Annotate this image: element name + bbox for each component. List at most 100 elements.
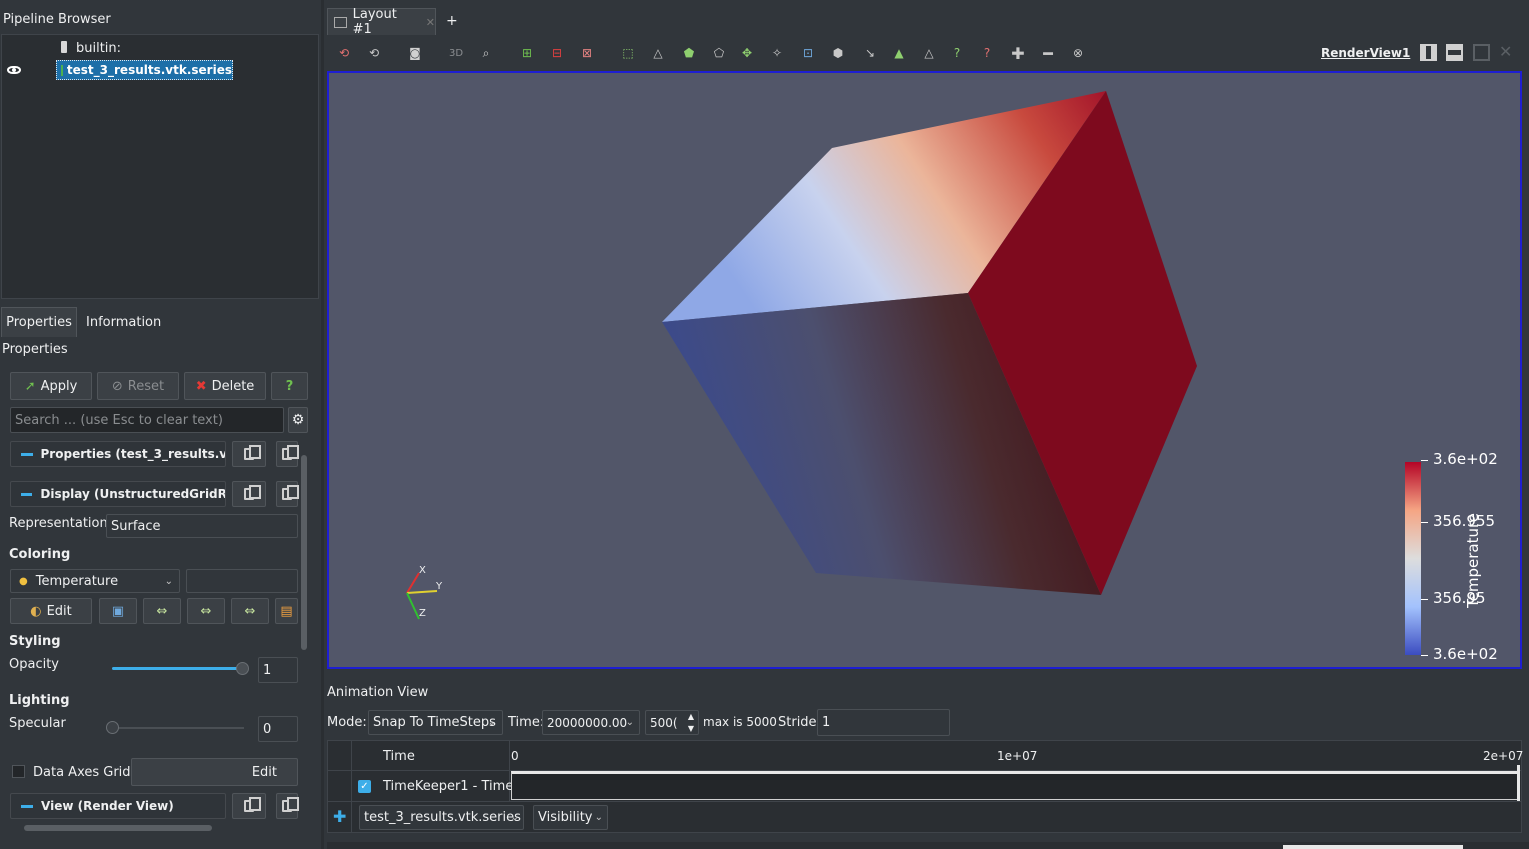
specular-slider-handle[interactable] bbox=[106, 721, 119, 734]
maximize-icon[interactable] bbox=[1473, 44, 1490, 61]
time-select[interactable]: 20000000.00 ⌄ bbox=[542, 710, 640, 735]
choose-preset-button[interactable]: ▣ bbox=[99, 598, 137, 624]
spin-down-icon[interactable]: ▼ bbox=[688, 724, 694, 733]
select-cells-through-icon[interactable]: ⊠ bbox=[577, 44, 597, 62]
specular-input[interactable]: 0 bbox=[258, 716, 298, 742]
stride-input[interactable]: 1 bbox=[817, 709, 950, 736]
rescale-visible-range-button[interactable]: ▤ bbox=[275, 598, 298, 624]
select-frustum-points-icon[interactable]: △ bbox=[648, 44, 668, 62]
spin-up-icon[interactable]: ▲ bbox=[688, 712, 694, 721]
hover-points-icon[interactable]: ⬢ bbox=[828, 44, 848, 62]
apply-button[interactable]: ➚ Apply bbox=[10, 372, 92, 400]
data-axes-grid-checkbox[interactable] bbox=[12, 765, 25, 778]
chevron-down-icon: ⌄ bbox=[625, 717, 634, 728]
split-vertical-icon[interactable] bbox=[1446, 44, 1463, 61]
section-view-toggle[interactable]: View (Render View) bbox=[10, 793, 226, 819]
extract-selection-icon[interactable]: ▲ bbox=[889, 44, 909, 62]
reset-camera-icon[interactable]: ⟲ bbox=[334, 44, 354, 62]
copy-display-button[interactable] bbox=[232, 481, 266, 507]
current-time-marker[interactable] bbox=[1517, 765, 1520, 801]
paste-display-button[interactable] bbox=[276, 481, 299, 507]
add-layout-tab[interactable]: + bbox=[446, 13, 458, 29]
find-data-icon[interactable]: ? bbox=[947, 44, 967, 62]
chevron-down-icon: ⌄ bbox=[164, 575, 173, 587]
axis-y-label: Y bbox=[436, 581, 443, 592]
select-cells-on-icon[interactable]: ⊞ bbox=[517, 44, 537, 62]
plot-selection-icon[interactable]: △ bbox=[919, 44, 939, 62]
opacity-slider-track[interactable] bbox=[112, 667, 244, 670]
help-button[interactable]: ? bbox=[271, 372, 308, 400]
coloring-component-select[interactable] bbox=[186, 569, 298, 593]
gear-icon[interactable]: ⚙ bbox=[288, 407, 308, 433]
select-points-on-icon[interactable]: ⊟ bbox=[547, 44, 567, 62]
reset-button[interactable]: ⊘ Reset bbox=[97, 372, 179, 400]
timekeeper-checkbox[interactable]: ✓ bbox=[358, 780, 371, 793]
section-properties-toggle[interactable]: Properties (test_3_results.vt bbox=[10, 441, 226, 467]
close-icon[interactable]: ✕ bbox=[426, 16, 435, 29]
timestep-spinbox[interactable]: 500( ▲ ▼ bbox=[645, 710, 699, 735]
render-view-name[interactable]: RenderView1 bbox=[1321, 46, 1410, 60]
representation-label: Representation bbox=[9, 516, 108, 531]
delete-button[interactable]: ✖ Delete bbox=[184, 372, 266, 400]
toggle-3d-button[interactable]: 3D bbox=[446, 44, 466, 62]
data-axes-grid-edit-button[interactable]: Edit bbox=[131, 758, 298, 786]
section-display-toggle[interactable]: Display (UnstructuredGridRe bbox=[10, 481, 226, 507]
zoom-to-box-icon[interactable]: ⌕ bbox=[476, 44, 496, 62]
camera-icon[interactable]: ◙ bbox=[405, 44, 425, 62]
paste-properties-button[interactable] bbox=[276, 441, 299, 467]
rescale-temporal-range-button[interactable]: ⇔ bbox=[231, 598, 269, 624]
collapse-icon bbox=[21, 452, 33, 456]
select-polygon-points-icon[interactable]: ⬠ bbox=[709, 44, 729, 62]
color-legend-label-min: 3.6e+02 bbox=[1433, 645, 1498, 663]
tree-item-builtin[interactable]: builtin: bbox=[76, 41, 121, 56]
interactive-select-points-icon[interactable]: ✧ bbox=[767, 44, 787, 62]
grow-plus-icon[interactable]: ✚ bbox=[1008, 44, 1028, 63]
paste-view-button[interactable] bbox=[276, 793, 299, 819]
track-source-select[interactable]: test_3_results.vtk.series ⌄ bbox=[359, 805, 524, 830]
close-view-icon[interactable]: ✕ bbox=[1499, 42, 1512, 61]
tab-properties[interactable]: Properties bbox=[1, 307, 77, 337]
rescale-custom-range-button[interactable]: ⇔ bbox=[187, 598, 225, 624]
select-frustum-icon[interactable]: ⬚ bbox=[618, 44, 638, 62]
mode-select[interactable]: Snap To TimeSteps ⌄ bbox=[368, 710, 503, 735]
tree-item-source[interactable]: test_3_results.vtk.series bbox=[56, 60, 233, 80]
rescale-data-range-button[interactable]: ⇔ bbox=[143, 598, 181, 624]
color-legend-label-max: 3.6e+02 bbox=[1433, 450, 1498, 468]
split-horizontal-icon[interactable] bbox=[1420, 44, 1437, 61]
reset-camera-closest-icon[interactable]: ⟲ bbox=[364, 44, 384, 62]
timeline-tick-2e7: 2e+07 bbox=[1483, 749, 1524, 763]
select-polygon-icon[interactable]: ⬟ bbox=[679, 44, 699, 62]
grow-selection-icon[interactable]: ↘ bbox=[860, 44, 880, 62]
coloring-select[interactable]: ● Temperature ⌄ bbox=[10, 569, 180, 593]
timekeeper-track-label: TimeKeeper1 - Time bbox=[383, 779, 514, 794]
main-splitter[interactable] bbox=[321, 0, 324, 849]
representation-select[interactable]: Surface bbox=[106, 514, 298, 538]
add-track-icon[interactable]: ✚ bbox=[333, 807, 346, 826]
copy-properties-button[interactable] bbox=[232, 441, 266, 467]
opacity-slider-handle[interactable] bbox=[236, 662, 249, 675]
properties-scrollbar[interactable] bbox=[301, 455, 307, 650]
search-input[interactable]: Search ... (use Esc to clear text) bbox=[10, 407, 284, 433]
opacity-input[interactable]: 1 bbox=[258, 657, 298, 683]
track-property-select[interactable]: Visibility ⌄ bbox=[533, 805, 608, 830]
layout-tab[interactable]: Layout #1 ✕ bbox=[327, 7, 436, 37]
color-legend-bar[interactable] bbox=[1405, 462, 1421, 655]
clear-selection-icon[interactable]: ⊗ bbox=[1068, 44, 1088, 62]
properties-hscrollbar[interactable] bbox=[24, 825, 212, 831]
shrink-minus-icon[interactable]: ━ bbox=[1038, 44, 1058, 63]
hover-cells-icon[interactable]: ⊡ bbox=[798, 44, 818, 62]
eye-icon[interactable] bbox=[7, 66, 21, 74]
timeline-column-time: Time bbox=[383, 749, 415, 764]
orientation-axes bbox=[406, 572, 438, 620]
specular-slider-track[interactable] bbox=[112, 727, 244, 729]
query-selection-icon[interactable]: ? bbox=[977, 44, 997, 62]
interactive-select-icon[interactable]: ✥ bbox=[737, 44, 757, 62]
copy-view-button[interactable] bbox=[232, 793, 266, 819]
render-canvas bbox=[662, 91, 1197, 595]
reset-icon: ⊘ bbox=[111, 378, 123, 394]
max-steps-label: max is 5000 bbox=[703, 715, 777, 729]
render-view[interactable]: X Y Z 3.6e+02 356.955 356.95 3.6e+02 Tem… bbox=[327, 71, 1522, 669]
edit-colormap-button[interactable]: ◐ Edit bbox=[10, 598, 92, 624]
timekeeper-track[interactable] bbox=[511, 771, 1520, 800]
tab-information[interactable]: Information bbox=[86, 315, 161, 330]
